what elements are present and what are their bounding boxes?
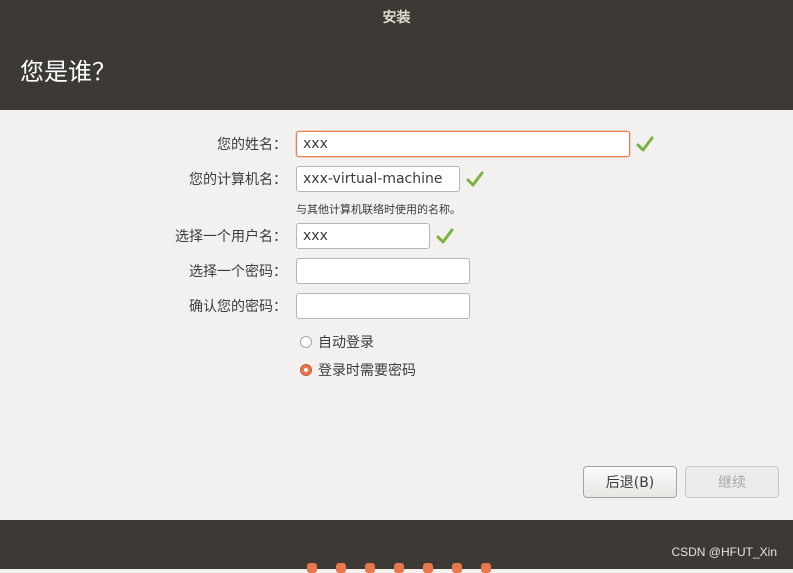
require-password-radio[interactable] bbox=[300, 364, 312, 376]
back-button[interactable]: 后退(B) bbox=[583, 466, 677, 498]
window-title: 安装 bbox=[382, 10, 411, 26]
computer-name-input[interactable] bbox=[296, 166, 460, 192]
progress-step-dot bbox=[481, 563, 491, 573]
confirm-password-input[interactable] bbox=[296, 293, 470, 319]
require-password-option[interactable]: 登录时需要密码 bbox=[300, 360, 416, 380]
progress-step-dot bbox=[336, 563, 346, 573]
page-title: 您是谁？ bbox=[20, 58, 116, 86]
progress-step-dot bbox=[394, 563, 404, 573]
auto-login-radio[interactable] bbox=[300, 336, 312, 348]
username-label: 选择一个用户名： bbox=[175, 229, 287, 245]
progress-step-dot bbox=[452, 563, 462, 573]
progress-steps bbox=[307, 563, 491, 573]
computer-name-valid-check-icon bbox=[466, 171, 484, 187]
progress-step-dot bbox=[307, 563, 317, 573]
require-password-label: 登录时需要密码 bbox=[318, 363, 416, 379]
page-header: 您是谁？ bbox=[0, 34, 793, 110]
watermark: CSDN @HFUT_Xin bbox=[671, 545, 777, 559]
name-valid-check-icon bbox=[636, 136, 654, 152]
progress-step-dot bbox=[423, 563, 433, 573]
continue-button[interactable]: 继续 bbox=[685, 466, 779, 498]
window-titlebar: 安装 bbox=[0, 0, 793, 34]
user-form: 您的姓名： 您的计算机名： 与其他计算机联络时使用的名称。 选择一个用户名： 选… bbox=[0, 110, 793, 520]
name-input[interactable] bbox=[296, 131, 630, 157]
computer-name-hint: 与其他计算机联络时使用的名称。 bbox=[296, 203, 461, 216]
auto-login-label: 自动登录 bbox=[318, 335, 374, 351]
name-label: 您的姓名： bbox=[217, 137, 287, 153]
progress-step-dot bbox=[365, 563, 375, 573]
username-input[interactable] bbox=[296, 223, 430, 249]
confirm-password-label: 确认您的密码： bbox=[189, 299, 287, 315]
password-label: 选择一个密码： bbox=[189, 264, 287, 280]
computer-name-label: 您的计算机名： bbox=[189, 172, 287, 188]
password-input[interactable] bbox=[296, 258, 470, 284]
username-valid-check-icon bbox=[436, 228, 454, 244]
auto-login-option[interactable]: 自动登录 bbox=[300, 332, 374, 352]
